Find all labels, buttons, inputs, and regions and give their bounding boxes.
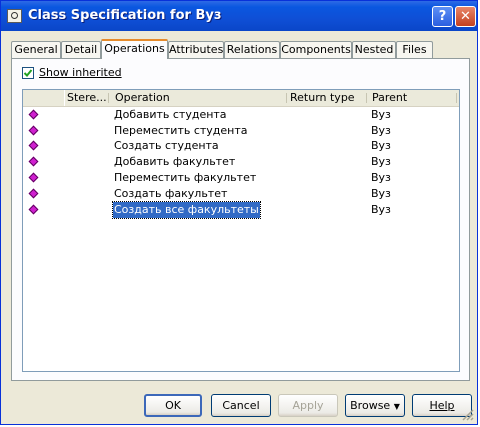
list-header: Stere... Operation Return type Parent: [23, 90, 459, 107]
browse-label: Browse: [350, 399, 391, 412]
operation-name: Создать факультет: [114, 187, 228, 200]
operation-diamond-icon: [28, 109, 39, 120]
operation-parent: Вуз: [371, 124, 391, 137]
column-separator[interactable]: [108, 93, 109, 103]
operation-name: Создать студента: [114, 139, 219, 152]
table-row[interactable]: Переместить факультет Вуз: [23, 170, 459, 186]
cancel-button[interactable]: Cancel: [211, 394, 271, 417]
operation-name: Переместить факультет: [114, 171, 257, 184]
tab-relations[interactable]: Relations: [224, 41, 280, 58]
operation-parent: Вуз: [371, 139, 391, 152]
help-label: Help: [429, 399, 455, 412]
help-question-icon[interactable]: ?: [432, 6, 453, 27]
operation-diamond-icon: [28, 140, 39, 151]
tab-detail[interactable]: Detail: [61, 41, 101, 58]
operation-name: Добавить факультет: [114, 155, 236, 168]
operation-parent: Вуз: [371, 171, 391, 184]
window-title: Class Specification for Вуз: [28, 8, 222, 23]
show-inherited-label[interactable]: Show inherited: [39, 66, 122, 79]
column-separator[interactable]: [366, 93, 367, 103]
operation-diamond-icon: [28, 188, 39, 199]
column-separator[interactable]: [456, 93, 457, 103]
tab-operations[interactable]: Operations: [101, 39, 168, 59]
operation-diamond-icon: [28, 204, 39, 215]
table-row[interactable]: Создать студента Вуз: [23, 138, 459, 154]
close-icon[interactable]: ✕: [455, 6, 476, 27]
operation-diamond-icon: [28, 156, 39, 167]
title-bar[interactable]: Class Specification for Вуз ? ✕: [1, 1, 477, 31]
operation-parent: Вуз: [371, 155, 391, 168]
resize-grip-icon[interactable]: [462, 409, 474, 421]
column-header-parent[interactable]: Parent: [372, 90, 407, 106]
column-header-stereotype[interactable]: Stere...: [67, 90, 107, 106]
operation-name: Переместить студента: [114, 124, 248, 137]
table-row[interactable]: Добавить студента Вуз: [23, 107, 459, 123]
checkmark-icon: [23, 69, 33, 77]
table-row[interactable]: Создать все факультеты Вуз: [23, 201, 459, 219]
show-inherited-checkbox[interactable]: [22, 67, 34, 79]
ok-button[interactable]: OK: [144, 394, 202, 417]
operation-name: Создать все факультеты: [112, 201, 261, 219]
table-row[interactable]: Добавить факультет Вуз: [23, 154, 459, 170]
column-header-operation[interactable]: Operation: [115, 90, 170, 106]
operations-list[interactable]: Stere... Operation Return type Parent До…: [22, 89, 460, 372]
apply-button[interactable]: Apply: [278, 394, 338, 417]
browse-button[interactable]: Browse ▼: [345, 394, 405, 417]
operation-diamond-icon: [28, 125, 39, 136]
table-row[interactable]: Создать факультет Вуз: [23, 186, 459, 202]
operation-parent: Вуз: [371, 187, 391, 200]
table-row[interactable]: Переместить студента Вуз: [23, 123, 459, 139]
tab-attributes[interactable]: Attributes: [168, 41, 224, 58]
operation-name: Добавить студента: [114, 108, 227, 121]
app-icon: [7, 9, 22, 23]
operation-parent: Вуз: [371, 203, 391, 216]
column-header-return-type[interactable]: Return type: [290, 90, 355, 106]
operation-diamond-icon: [28, 172, 39, 183]
tab-components[interactable]: Components: [280, 41, 352, 58]
dropdown-arrow-icon: ▼: [393, 402, 400, 411]
tab-general[interactable]: General: [11, 41, 61, 58]
tab-files[interactable]: Files: [396, 41, 433, 58]
operation-parent: Вуз: [371, 108, 391, 121]
column-separator[interactable]: [286, 93, 287, 103]
column-header-icon[interactable]: [23, 90, 65, 106]
tab-nested[interactable]: Nested: [352, 41, 396, 58]
